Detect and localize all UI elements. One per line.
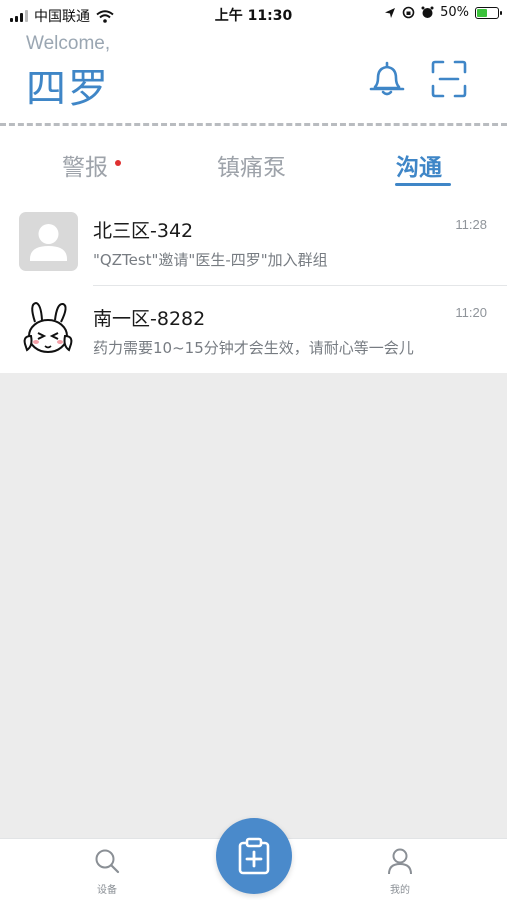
conversation-preview: 药力需要10~15分钟才会生效，请耐心等一会儿 [93, 339, 414, 357]
location-icon [385, 7, 396, 18]
battery-percent: 50% [440, 5, 469, 20]
orientation-lock-icon [402, 6, 415, 19]
nav-profile[interactable]: 我的 [370, 847, 430, 896]
conversation-time: 11:20 [455, 305, 487, 320]
unread-dot [115, 160, 121, 166]
battery-charging-icon [475, 6, 502, 19]
tab-alerts[interactable]: 警报 [62, 148, 121, 182]
active-tab-indicator [395, 183, 451, 186]
bunny-avatar [19, 300, 78, 359]
list-item[interactable]: 北三区-342 11:28 "QZTest"邀请"医生-四罗"加入群组 [0, 198, 507, 286]
bell-icon[interactable] [366, 58, 408, 100]
status-bar: 中国联通 上午 11:30 50% [0, 0, 507, 30]
tab-pump-label: 镇痛泵 [217, 155, 286, 181]
tab-bar: 警报 镇痛泵 沟通 [0, 140, 507, 190]
person-icon [388, 848, 412, 875]
welcome-text: Welcome, [26, 33, 111, 54]
scan-icon[interactable] [428, 58, 470, 100]
search-icon [95, 849, 120, 874]
nav-devices-label: 设备 [97, 885, 117, 896]
conversation-title: 北三区-342 [93, 220, 194, 242]
nav-devices[interactable]: 设备 [77, 847, 137, 896]
conversation-preview: "QZTest"邀请"医生-四罗"加入群组 [93, 251, 328, 269]
conversation-title: 南一区-8282 [93, 308, 206, 330]
alarm-icon [421, 6, 434, 18]
user-name: 四罗 [26, 66, 110, 112]
tab-communication-label: 沟通 [396, 155, 442, 181]
default-avatar-icon [19, 212, 78, 271]
header-divider [0, 123, 507, 126]
nav-profile-label: 我的 [390, 885, 410, 896]
tab-communication[interactable]: 沟通 [396, 148, 442, 182]
clipboard-plus-icon [238, 837, 270, 875]
tab-alerts-label: 警报 [62, 155, 108, 181]
new-record-button[interactable] [216, 818, 292, 894]
conversation-time: 11:28 [455, 217, 487, 232]
list-item[interactable]: 南一区-8282 11:20 药力需要10~15分钟才会生效，请耐心等一会儿 [0, 286, 507, 374]
tab-pump[interactable]: 镇痛泵 [217, 148, 286, 182]
